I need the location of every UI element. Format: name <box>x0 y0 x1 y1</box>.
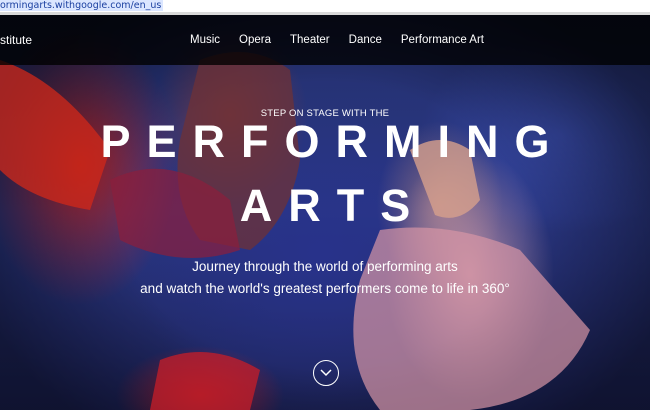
hero-subtitle-line2: and watch the world's greatest performer… <box>140 281 510 296</box>
hero-title-line1: PERFORMING <box>100 116 566 167</box>
main-nav: Music Opera Theater Dance Performance Ar… <box>190 15 503 65</box>
nav-item-theater[interactable]: Theater <box>290 15 330 65</box>
top-navbar: stitute Music Opera Theater Dance Perfor… <box>0 15 650 65</box>
scroll-down-button[interactable] <box>313 360 339 386</box>
brand-name[interactable]: stitute <box>0 15 32 65</box>
chevron-down-icon <box>320 369 332 377</box>
hero-subtitle-line1: Journey through the world of performing … <box>192 259 458 274</box>
url-text[interactable]: ormingarts.withgoogle.com/en_us <box>0 0 164 11</box>
nav-item-performance-art[interactable]: Performance Art <box>401 15 484 65</box>
hero-title-line2: ARTS <box>239 180 427 231</box>
nav-item-opera[interactable]: Opera <box>239 15 271 65</box>
nav-item-music[interactable]: Music <box>190 15 220 65</box>
nav-item-dance[interactable]: Dance <box>349 15 382 65</box>
browser-divider <box>0 12 650 15</box>
